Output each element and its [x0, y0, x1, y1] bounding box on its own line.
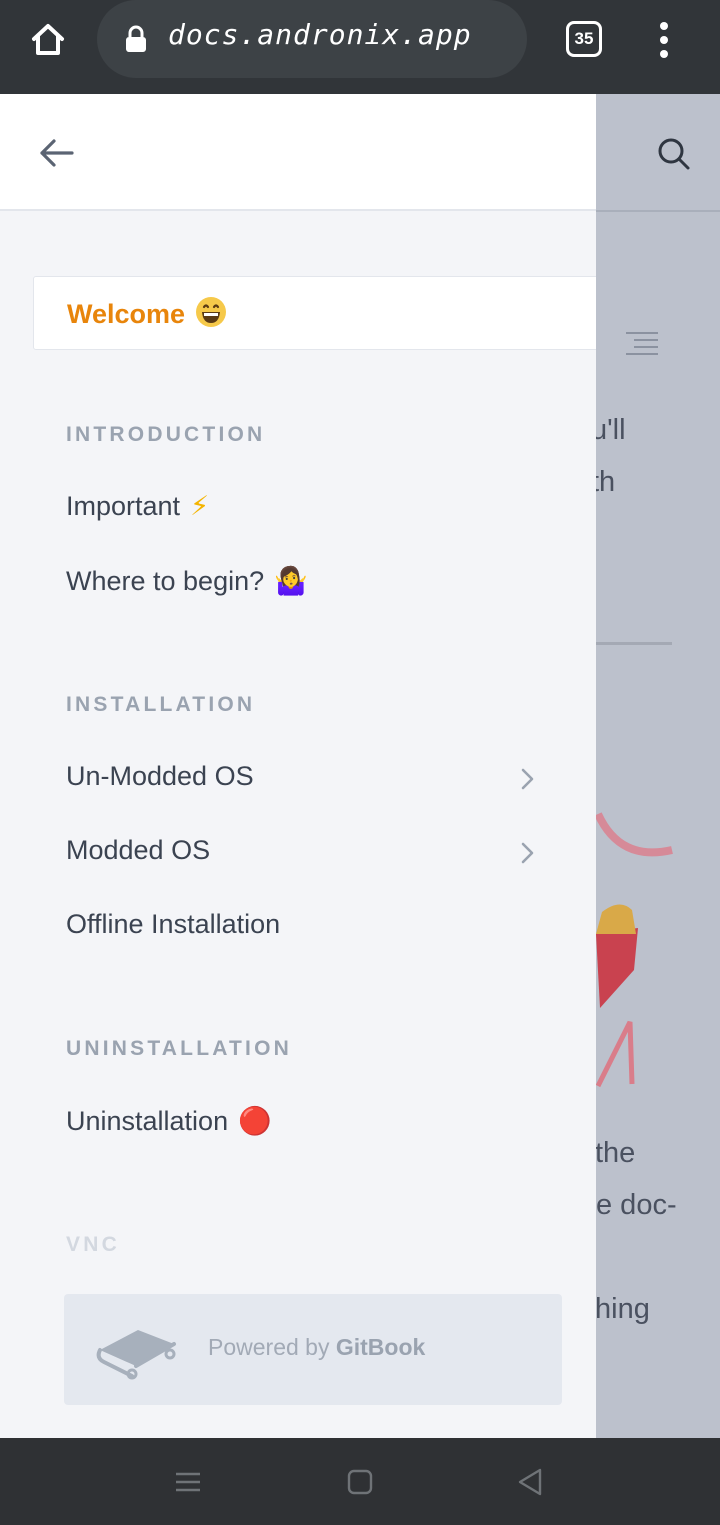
home-square-icon[interactable] [344, 1466, 376, 1498]
section-title-introduction: INTRODUCTION [66, 423, 266, 446]
gitbook-logo-icon [96, 1330, 176, 1380]
nav-item-label: Where to begin? [66, 565, 265, 596]
gitbook-brand: GitBook [335, 1334, 426, 1360]
nav-item-uninstallation[interactable]: Uninstallation 🔴 [66, 1105, 272, 1137]
header-divider [596, 210, 720, 212]
content-fragment: hing [595, 1293, 650, 1325]
nav-item-welcome[interactable]: Welcome [33, 276, 596, 350]
nav-item-where-to-begin[interactable]: Where to begin? 🤷‍♀️ [66, 565, 308, 597]
tab-count: 35 [574, 29, 594, 48]
content-fragment: the [595, 1137, 636, 1169]
back-triangle-icon[interactable] [514, 1466, 546, 1498]
chevron-right-icon[interactable] [514, 840, 540, 866]
section-title-installation: INSTALLATION [66, 693, 256, 716]
tab-switcher-button[interactable]: 35 [566, 21, 602, 57]
powered-by-prefix: Powered by [208, 1334, 330, 1360]
content-fragment: u'll [591, 414, 626, 446]
more-vert-icon[interactable] [650, 18, 678, 62]
home-button[interactable] [22, 14, 74, 66]
nav-item-un-modded-os[interactable]: Un-Modded OS [66, 761, 254, 792]
welcome-label: Welcome [67, 299, 186, 329]
nav-item-important[interactable]: Important ⚡ [66, 491, 209, 522]
chevron-right-icon[interactable] [514, 766, 540, 792]
nav-item-label: Un-Modded OS [66, 761, 254, 791]
browser-toolbar: docs.andronix.app 35 [0, 0, 720, 94]
section-title-uninstallation: UNINSTALLATION [66, 1037, 292, 1060]
back-button[interactable] [30, 130, 82, 176]
home-icon [32, 24, 64, 55]
nav-item-modded-os[interactable]: Modded OS [66, 835, 210, 866]
content-divider [596, 642, 672, 645]
illustration-image [594, 812, 673, 1088]
arrow-left-icon [40, 139, 74, 167]
recent-apps-menu-icon[interactable] [172, 1466, 204, 1498]
nav-item-label: Modded OS [66, 835, 211, 865]
red-circle-emoji-icon: 🔴 [238, 1106, 272, 1136]
nav-item-offline-installation[interactable]: Offline Installation [66, 909, 280, 940]
lightning-emoji-icon: ⚡ [190, 491, 210, 521]
powered-by-text: Powered by GitBook [208, 1334, 425, 1361]
navigation-drawer: Welcome INTRODUCTION Important ⚡ Where t… [0, 94, 596, 1438]
grinning-face-icon [196, 297, 227, 327]
shrug-emoji-icon: 🤷‍♀️ [274, 566, 308, 596]
nav-item-label: Offline Installation [66, 909, 281, 939]
drawer-header [0, 94, 596, 211]
system-navigation-bar [0, 1438, 720, 1525]
lock-icon [126, 25, 146, 52]
search-icon [658, 138, 690, 170]
nav-item-label: Uninstallation [66, 1105, 229, 1136]
content-fragment: e doc- [596, 1189, 677, 1221]
section-title-vnc: VNC [66, 1233, 120, 1256]
nav-item-label: Important [66, 491, 181, 521]
powered-by-gitbook-link[interactable]: Powered by GitBook [64, 1294, 562, 1405]
url-text[interactable]: docs.andronix.app [168, 18, 472, 51]
table-of-contents-icon [626, 332, 658, 355]
